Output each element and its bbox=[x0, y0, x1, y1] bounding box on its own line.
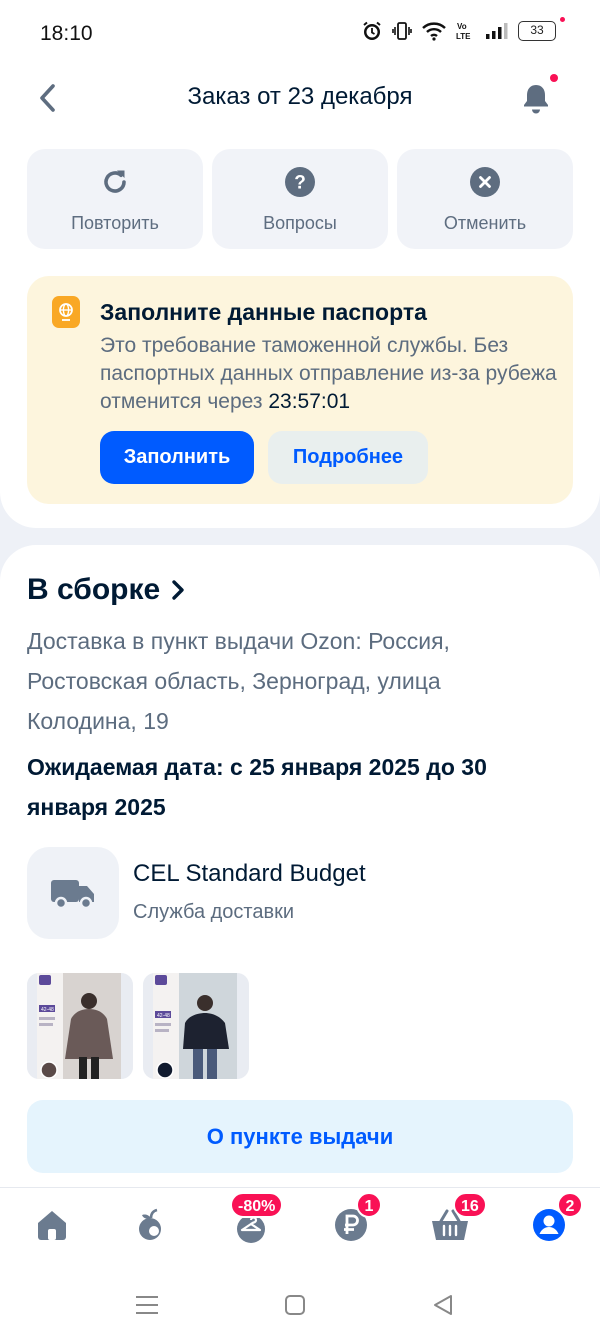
product-thumbnails: 42-48 42-48 bbox=[27, 973, 249, 1079]
pickup-point-button[interactable]: О пункте выдачи bbox=[27, 1100, 573, 1173]
order-status-label: В сборке bbox=[27, 573, 161, 606]
home-icon bbox=[38, 1211, 66, 1240]
profile-badge: 2 bbox=[557, 1192, 583, 1218]
delivery-address: Доставка в пункт выдачи Ozon: Россия, Ро… bbox=[27, 628, 450, 734]
alarm-icon bbox=[361, 20, 383, 42]
bottom-tab-bar: -80% 1 16 2 bbox=[0, 1187, 600, 1272]
home-square-icon[interactable] bbox=[280, 1290, 310, 1320]
status-icons: Vo LTE 33 bbox=[361, 17, 565, 42]
product-image: 42-48 bbox=[143, 973, 249, 1079]
tab-home[interactable] bbox=[27, 1200, 77, 1250]
question-icon: ? bbox=[284, 166, 316, 198]
fill-passport-button[interactable]: Заполнить bbox=[100, 431, 254, 484]
system-nav-bar bbox=[0, 1272, 600, 1339]
carrier-name: CEL Standard Budget bbox=[133, 860, 366, 887]
sale-badge: -80% bbox=[230, 1192, 284, 1218]
passport-title: Заполните данные паспорта bbox=[100, 299, 427, 325]
cancel-icon bbox=[469, 166, 501, 198]
battery-icon: 33 bbox=[518, 17, 565, 41]
tab-finance[interactable]: 1 bbox=[326, 1192, 382, 1250]
product-image: 42-48 bbox=[27, 973, 133, 1079]
bell-badge-dot bbox=[550, 74, 558, 82]
bell-icon bbox=[524, 85, 548, 114]
back-triangle-icon[interactable] bbox=[428, 1290, 458, 1320]
svg-text:?: ? bbox=[294, 173, 306, 194]
status-time: 18:10 bbox=[40, 22, 93, 45]
notification-dot bbox=[560, 17, 565, 22]
tab-sale[interactable]: -80% bbox=[226, 1192, 284, 1250]
tab-fresh[interactable] bbox=[126, 1200, 176, 1250]
size-tag: 42-48 bbox=[41, 1007, 54, 1013]
svg-text:LTE: LTE bbox=[456, 32, 471, 41]
carrier-subtitle: Служба доставки bbox=[133, 901, 295, 923]
fruit-icon bbox=[139, 1208, 161, 1240]
vibrate-icon bbox=[392, 20, 412, 42]
tab-profile[interactable]: 2 bbox=[524, 1192, 583, 1250]
more-info-button[interactable]: Подробнее bbox=[268, 431, 428, 484]
battery-level: 33 bbox=[530, 23, 544, 37]
page-title: Заказ от 23 декабря bbox=[187, 83, 413, 110]
notifications-button[interactable] bbox=[516, 74, 558, 118]
cancel-label: Отменить bbox=[443, 213, 527, 233]
menu-icon[interactable] bbox=[132, 1290, 162, 1320]
passport-notice: Заполните данные паспорта Это требование… bbox=[27, 276, 573, 504]
order-card: В сборке Доставка в пункт выдачи Ozon: Р… bbox=[0, 545, 600, 1195]
order-actions: Повторить ? Вопросы Отменить bbox=[27, 149, 573, 249]
wifi-icon bbox=[421, 20, 447, 42]
questions-label: Вопросы bbox=[263, 213, 337, 233]
status-bar: 18:10 Vo LTE 33 bbox=[0, 0, 600, 68]
questions-button[interactable]: ? Вопросы bbox=[212, 149, 388, 249]
cart-badge: 16 bbox=[453, 1192, 487, 1218]
passport-text: Это требование таможенной службы. Без па… bbox=[100, 332, 560, 416]
passport-icon bbox=[52, 296, 80, 328]
product-thumbnail[interactable]: 42-48 bbox=[27, 973, 133, 1079]
repeat-button[interactable]: Повторить bbox=[27, 149, 203, 249]
expected-date: Ожидаемая дата: с 25 января 2025 до 30 я… bbox=[27, 754, 487, 820]
delivery-truck-icon bbox=[27, 847, 119, 939]
header: Заказ от 23 декабря bbox=[0, 70, 600, 126]
svg-text:Vo: Vo bbox=[457, 22, 467, 31]
tab-cart[interactable]: 16 bbox=[425, 1192, 487, 1250]
cancel-button[interactable]: Отменить bbox=[397, 149, 573, 249]
chevron-right-icon bbox=[172, 580, 184, 600]
repeat-label: Повторить bbox=[71, 213, 159, 233]
repeat-icon bbox=[99, 166, 131, 198]
signal-icon bbox=[485, 20, 509, 42]
order-status[interactable]: В сборке bbox=[27, 573, 186, 607]
finance-badge: 1 bbox=[356, 1192, 382, 1218]
passport-timer: 23:57:01 bbox=[268, 390, 351, 413]
volte-icon: Vo LTE bbox=[456, 20, 476, 42]
size-tag: 42-48 bbox=[157, 1013, 170, 1019]
product-thumbnail[interactable]: 42-48 bbox=[143, 973, 249, 1079]
